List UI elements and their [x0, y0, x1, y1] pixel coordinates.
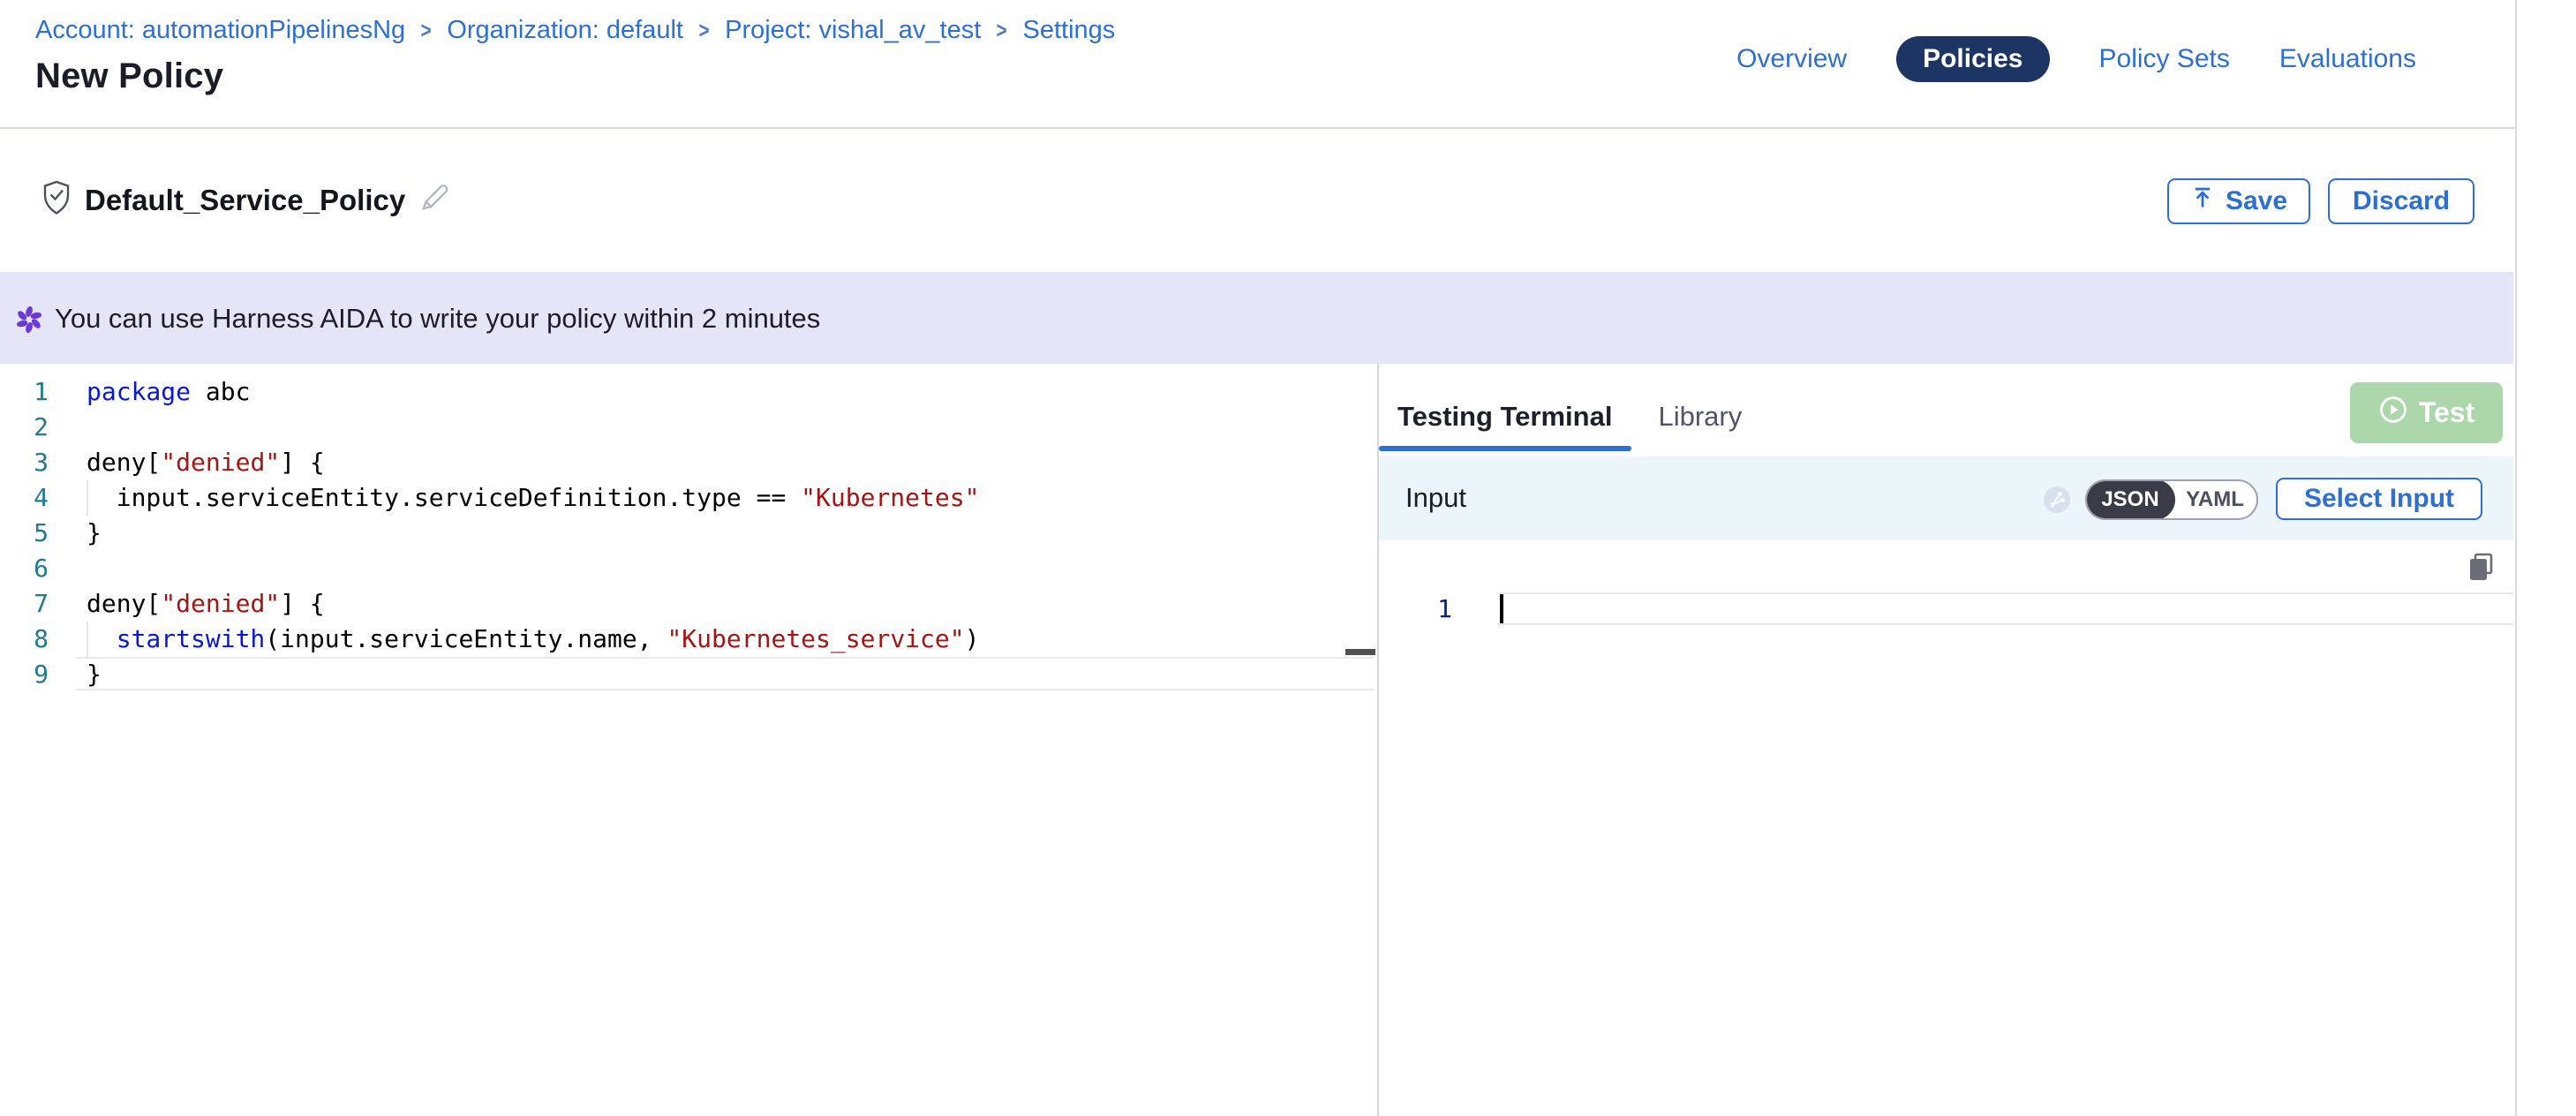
code-text: deny["denied"] { [87, 586, 325, 622]
line-number: 6 [0, 551, 49, 586]
text-cursor [1500, 594, 1503, 623]
breadcrumb-item[interactable]: Project: vishal_av_test [725, 16, 981, 45]
code-line[interactable]: 5} [0, 516, 1377, 551]
code-line[interactable]: 4 input.serviceEntity.serviceDefinition.… [0, 480, 1377, 516]
code-text: deny["denied"] { [87, 445, 325, 480]
code-line[interactable]: 7 deny["denied"] { [0, 586, 1377, 622]
format-option-json[interactable]: JSON [2085, 479, 2175, 520]
overview-ruler-cursor-mark [1345, 649, 1375, 655]
active-tab-underline [1379, 446, 1631, 451]
code-line[interactable]: 6 [0, 551, 1377, 586]
format-toggle: JSON YAML [2085, 479, 2258, 520]
line-number: 5 [0, 516, 49, 551]
test-button[interactable]: Test [2350, 382, 2503, 443]
input-line-number: 1 [1379, 592, 1452, 627]
policy-name: Default_Service_Policy [85, 184, 405, 217]
breadcrumb: Account: automationPipelinesNg > Organizat… [35, 16, 1115, 45]
tab-policies[interactable]: Policies [1896, 36, 2049, 82]
tab-library[interactable]: Library [1658, 401, 1742, 433]
breadcrumb-item[interactable]: Account: automationPipelinesNg [35, 16, 405, 45]
format-option-yaml[interactable]: YAML [2173, 481, 2256, 518]
tab-overview[interactable]: Overview [1736, 44, 1847, 74]
input-label: Input [1405, 482, 1466, 514]
code-line[interactable]: 9} [0, 657, 1377, 692]
banner-message: You can use Harness AIDA to write your p… [55, 303, 820, 335]
code-text: } [87, 516, 102, 551]
breadcrumb-chevron-icon: > [421, 17, 432, 44]
breadcrumb-chevron-icon: > [698, 17, 709, 44]
line-number: 2 [0, 410, 49, 445]
code-text: } [87, 657, 102, 692]
tab-testing-terminal[interactable]: Testing Terminal [1397, 401, 1612, 433]
terminal-tabs: Testing Terminal Library [1397, 401, 1742, 433]
indent-guide [87, 622, 88, 657]
edit-name-icon[interactable] [418, 180, 452, 218]
testing-terminal-panel: Testing Terminal Library Test Input JSON… [1379, 364, 2513, 1116]
tab-policy-sets[interactable]: Policy Sets [2099, 44, 2230, 74]
window-right-border [2515, 0, 2517, 1116]
line-number: 9 [0, 657, 49, 692]
play-icon [2378, 395, 2408, 432]
line-number: 7 [0, 586, 49, 622]
module-tabs: Overview Policies Policy Sets Evaluations [1736, 36, 2416, 82]
upload-icon [2190, 185, 2215, 217]
page-title: New Policy [35, 57, 223, 96]
select-input-button[interactable]: Select Input [2276, 478, 2482, 520]
line-number: 8 [0, 622, 49, 657]
policy-shield-icon [42, 180, 71, 220]
line-number: 1 [0, 374, 49, 410]
indent-guide [87, 480, 88, 516]
aida-flower-icon [14, 305, 44, 339]
line-number: 3 [0, 445, 49, 480]
save-button[interactable]: Save [2167, 178, 2310, 224]
code-line[interactable]: 8 startswith(input.serviceEntity.name, "… [0, 622, 1377, 657]
policy-code-editor[interactable]: 1package abc23deny["denied"] {4 input.se… [0, 364, 1377, 1116]
breadcrumb-item[interactable]: Settings [1022, 16, 1115, 45]
code-text: startswith(input.serviceEntity.name, "Ku… [87, 622, 979, 657]
breadcrumb-item[interactable]: Organization: default [447, 16, 683, 45]
tab-evaluations[interactable]: Evaluations [2279, 44, 2416, 74]
input-current-line-highlight[interactable] [1498, 592, 2513, 625]
page-header: Account: automationPipelinesNg > Organizat… [0, 0, 2515, 129]
code-line[interactable]: 2 [0, 410, 1377, 445]
code-text: input.serviceEntity.serviceDefinition.ty… [87, 480, 979, 516]
aida-banner: You can use Harness AIDA to write your p… [0, 272, 2513, 364]
line-number: 4 [0, 480, 49, 516]
code-lines: 1package abc23deny["denied"] {4 input.se… [0, 374, 1377, 692]
copy-icon[interactable] [2463, 552, 2498, 588]
code-line[interactable]: 3 deny["denied"] { [0, 445, 1377, 480]
breadcrumb-chevron-icon: > [997, 17, 1007, 44]
branch-diff-icon [2043, 486, 2071, 514]
code-line[interactable]: 1 package abc [0, 374, 1377, 410]
code-text: package abc [87, 374, 250, 410]
discard-button[interactable]: Discard [2328, 178, 2474, 224]
